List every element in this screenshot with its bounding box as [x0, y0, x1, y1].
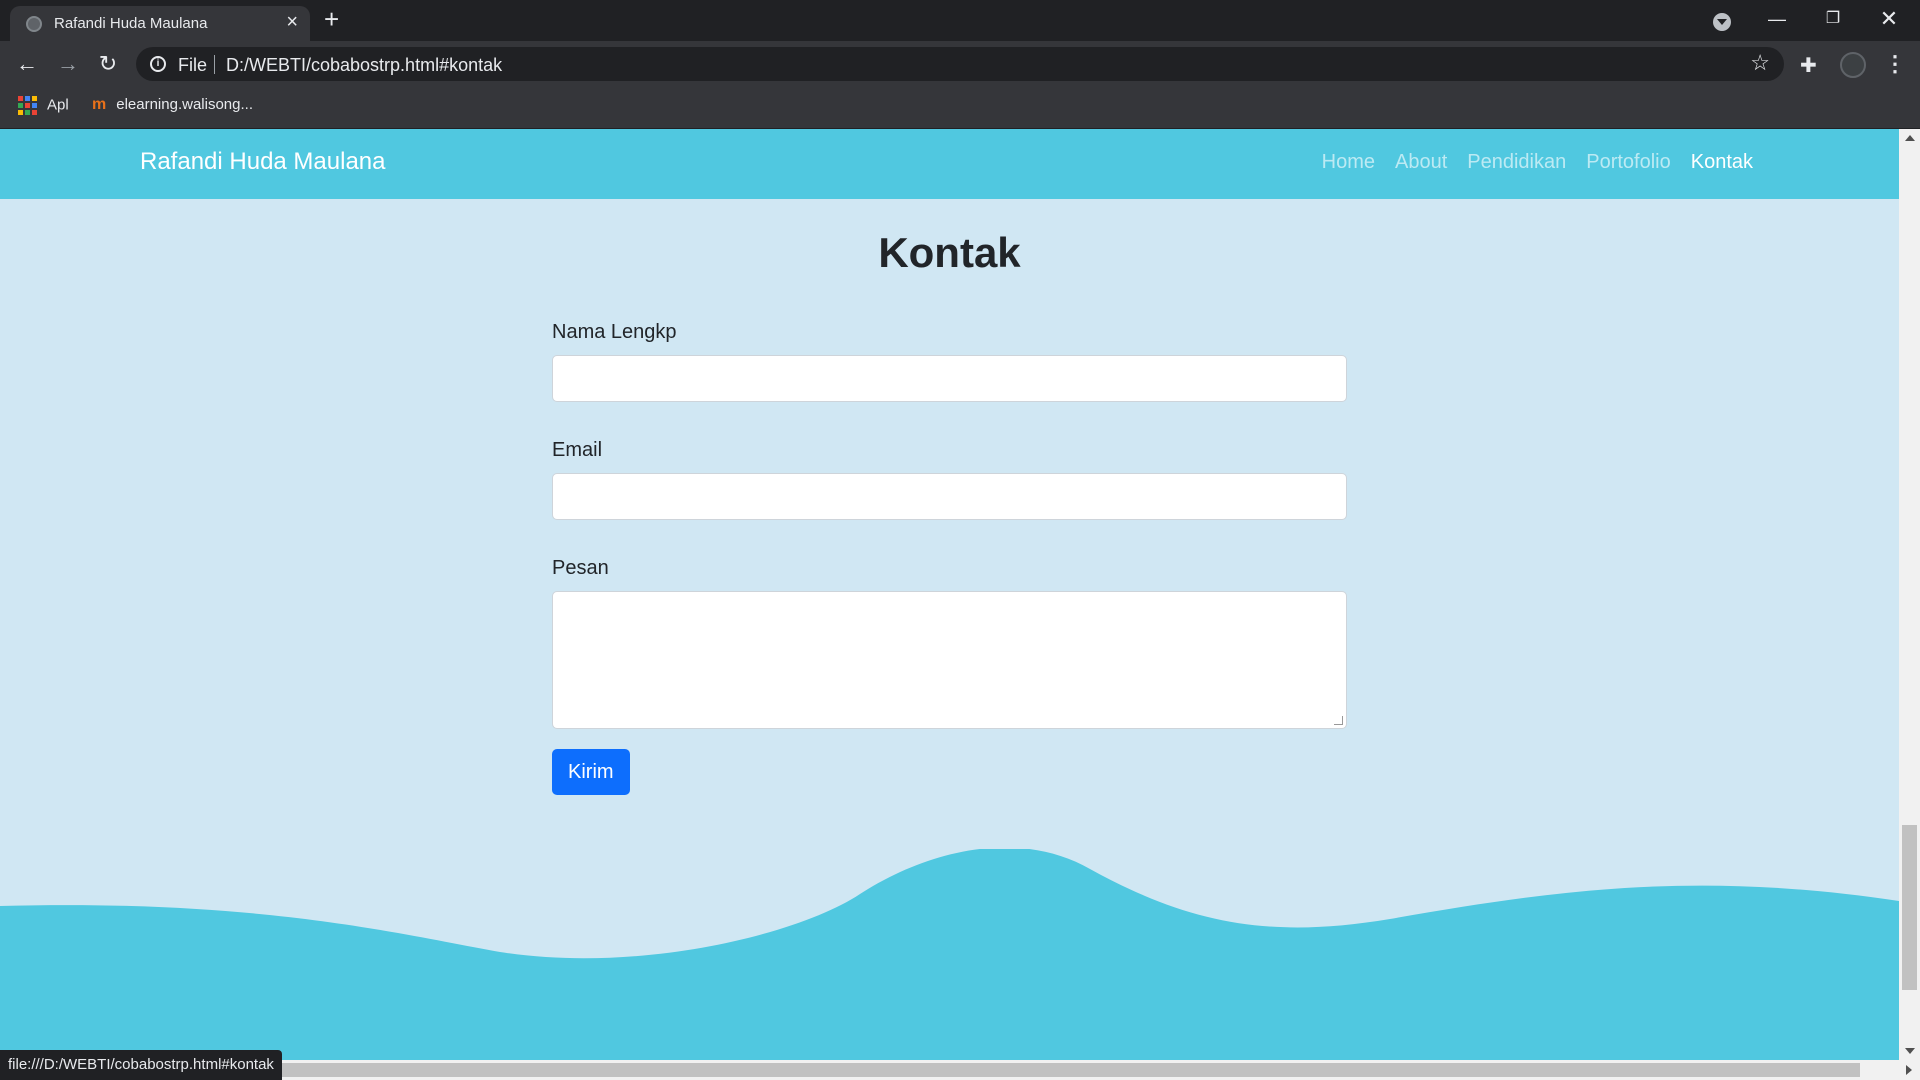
close-icon[interactable]: ×: [286, 12, 298, 32]
scroll-thumb[interactable]: [1902, 825, 1917, 990]
scroll-down-icon[interactable]: [1905, 1048, 1915, 1054]
minimize-icon[interactable]: —: [1757, 4, 1797, 34]
url-text[interactable]: D:/WEBTI/cobabostrp.html#kontak: [226, 55, 502, 76]
page-viewport: Rafandi Huda Maulana Home About Pendidik…: [0, 129, 1899, 1060]
decorative-wave: [0, 849, 1899, 1060]
name-field[interactable]: [552, 355, 1347, 402]
email-field[interactable]: [552, 473, 1347, 520]
tab-strip: Rafandi Huda Maulana × + — ❐ ✕: [0, 0, 1920, 41]
address-bar[interactable]: i File D:/WEBTI/cobabostrp.html#kontak ☆: [136, 47, 1784, 81]
star-icon[interactable]: ☆: [1750, 50, 1770, 76]
hscroll-thumb[interactable]: [230, 1063, 1860, 1077]
email-label: Email: [552, 439, 603, 461]
navbar-brand[interactable]: Rafandi Huda Maulana: [140, 148, 386, 176]
message-textarea[interactable]: [552, 591, 1347, 729]
back-arrow-icon[interactable]: ←: [12, 49, 42, 79]
site-navbar: Rafandi Huda Maulana Home About Pendidik…: [0, 129, 1899, 199]
scroll-right-icon[interactable]: [1906, 1065, 1912, 1075]
plus-icon[interactable]: +: [324, 6, 339, 32]
page-title: Kontak: [878, 229, 1021, 276]
reload-icon[interactable]: ↻: [93, 49, 123, 79]
nav-link-about[interactable]: About: [1395, 151, 1447, 174]
bookmark-elearning[interactable]: m elearning.walisong...: [92, 96, 253, 114]
contact-form: Nama Lengkp Email Pesan Kirim: [552, 319, 1347, 795]
message-label: Pesan: [552, 557, 609, 579]
tab-title: Rafandi Huda Maulana: [54, 15, 208, 32]
puzzle-icon[interactable]: ✚: [1800, 53, 1817, 78]
scroll-up-icon[interactable]: [1905, 135, 1915, 141]
bookmark-apps[interactable]: Apl: [18, 96, 69, 115]
nav-link-home[interactable]: Home: [1322, 151, 1375, 174]
nav-link-portofolio[interactable]: Portofolio: [1586, 151, 1671, 174]
vertical-scrollbar[interactable]: [1899, 129, 1920, 1060]
nav-link-pendidikan[interactable]: Pendidikan: [1467, 151, 1566, 174]
forward-arrow-icon[interactable]: →: [53, 49, 83, 79]
bookmarks-bar: Apl m elearning.walisong...: [0, 87, 1920, 129]
info-icon[interactable]: i: [150, 56, 166, 72]
kebab-menu-icon[interactable]: ⋮: [1884, 51, 1906, 77]
status-bubble: file:///D:/WEBTI/cobabostrp.html#kontak: [0, 1050, 282, 1080]
browser-tab[interactable]: Rafandi Huda Maulana ×: [10, 6, 310, 41]
avatar[interactable]: [1840, 52, 1866, 78]
name-label: Nama Lengkp: [552, 321, 677, 343]
browser-toolbar: ← → ↻ i File D:/WEBTI/cobabostrp.html#ko…: [0, 41, 1920, 87]
scheme-label: File: [178, 55, 208, 75]
apps-grid-icon: [18, 96, 37, 115]
window-close-icon[interactable]: ✕: [1869, 4, 1909, 34]
submit-button[interactable]: Kirim: [552, 749, 630, 795]
omnibox-divider: [214, 55, 215, 74]
nav-link-kontak[interactable]: Kontak: [1691, 151, 1753, 174]
globe-icon: [26, 16, 42, 32]
tab-search-icon[interactable]: [1713, 13, 1731, 31]
bookmark-label: Apl: [47, 96, 69, 114]
restore-icon[interactable]: ❐: [1813, 4, 1853, 34]
nav-links: Home About Pendidikan Portofolio Kontak: [1322, 151, 1753, 174]
bookmark-label: elearning.walisong...: [116, 96, 253, 113]
horizontal-scrollbar[interactable]: [0, 1060, 1920, 1080]
moodle-icon: m: [92, 96, 107, 113]
